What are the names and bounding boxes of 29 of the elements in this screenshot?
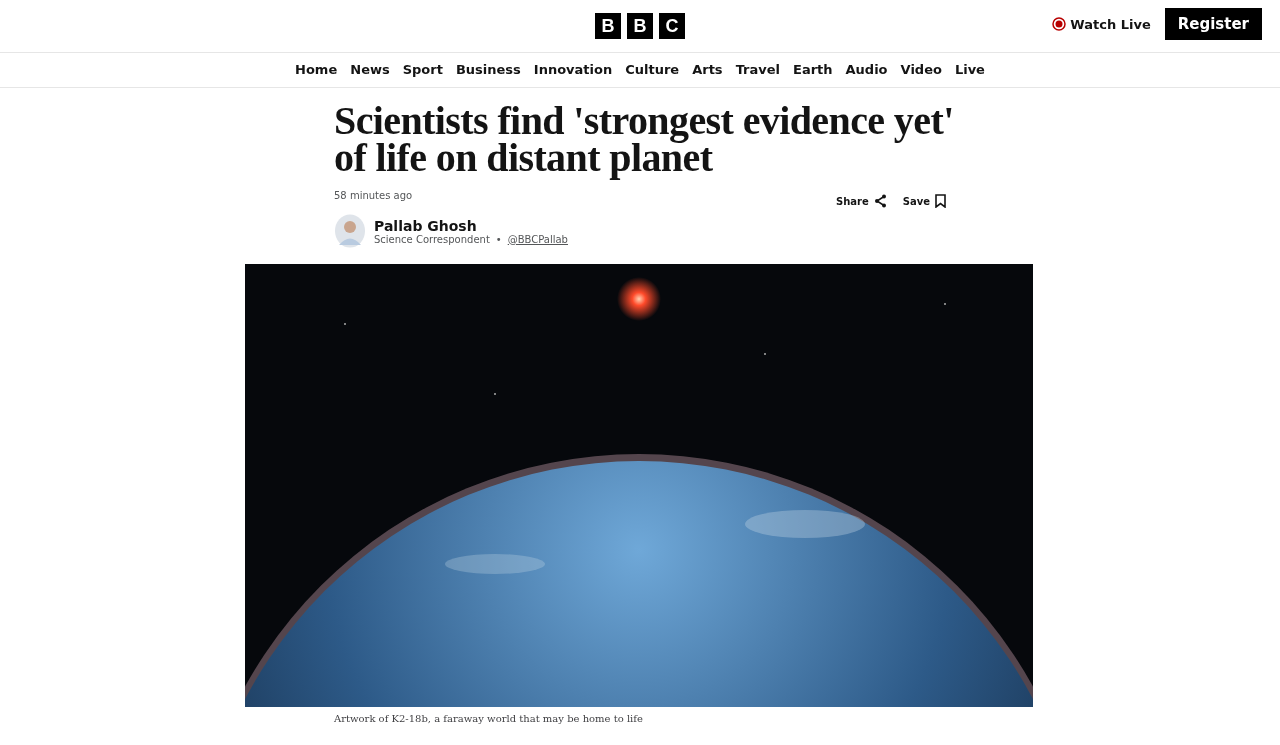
nav-link[interactable]: Innovation (533, 55, 613, 85)
nav-link[interactable]: Video (900, 55, 942, 85)
live-icon (1052, 17, 1067, 31)
watch-live-link[interactable]: Watch Live (1052, 16, 1151, 32)
author-name: Pallab Ghosh (374, 217, 478, 234)
nav-link[interactable]: Live (954, 55, 985, 85)
logo-letter[interactable]: B (627, 13, 653, 39)
logo-letter[interactable]: C (659, 13, 685, 39)
logo-letter[interactable]: B (595, 13, 621, 39)
share-icon (873, 194, 887, 208)
nav-link[interactable]: Audio (845, 55, 888, 85)
nav-link[interactable]: Culture (625, 55, 680, 85)
author-handle-link[interactable]: @BBCPallab (507, 233, 568, 245)
nav-link[interactable]: Travel (735, 55, 780, 85)
nav-link[interactable]: Sport (402, 55, 443, 85)
share-button[interactable]: Share (835, 194, 887, 208)
register-button[interactable]: Register (1164, 8, 1262, 40)
author-role: Science Correspondent (374, 233, 490, 245)
nav-link[interactable]: Business (455, 55, 521, 85)
nav-link[interactable]: News (350, 55, 390, 85)
image-caption: Artwork of K2-18b, a faraway world that may be home to life (333, 712, 644, 726)
bookmark-icon (935, 194, 946, 208)
author-avatar (334, 214, 366, 248)
nav-link[interactable]: Arts (692, 55, 723, 85)
timestamp: 58 minutes ago (334, 190, 413, 203)
nav-link[interactable]: Earth (793, 55, 833, 85)
save-button[interactable]: Save (902, 194, 946, 208)
nav-link[interactable]: Home (295, 55, 338, 85)
separator-dot: • (495, 233, 502, 245)
